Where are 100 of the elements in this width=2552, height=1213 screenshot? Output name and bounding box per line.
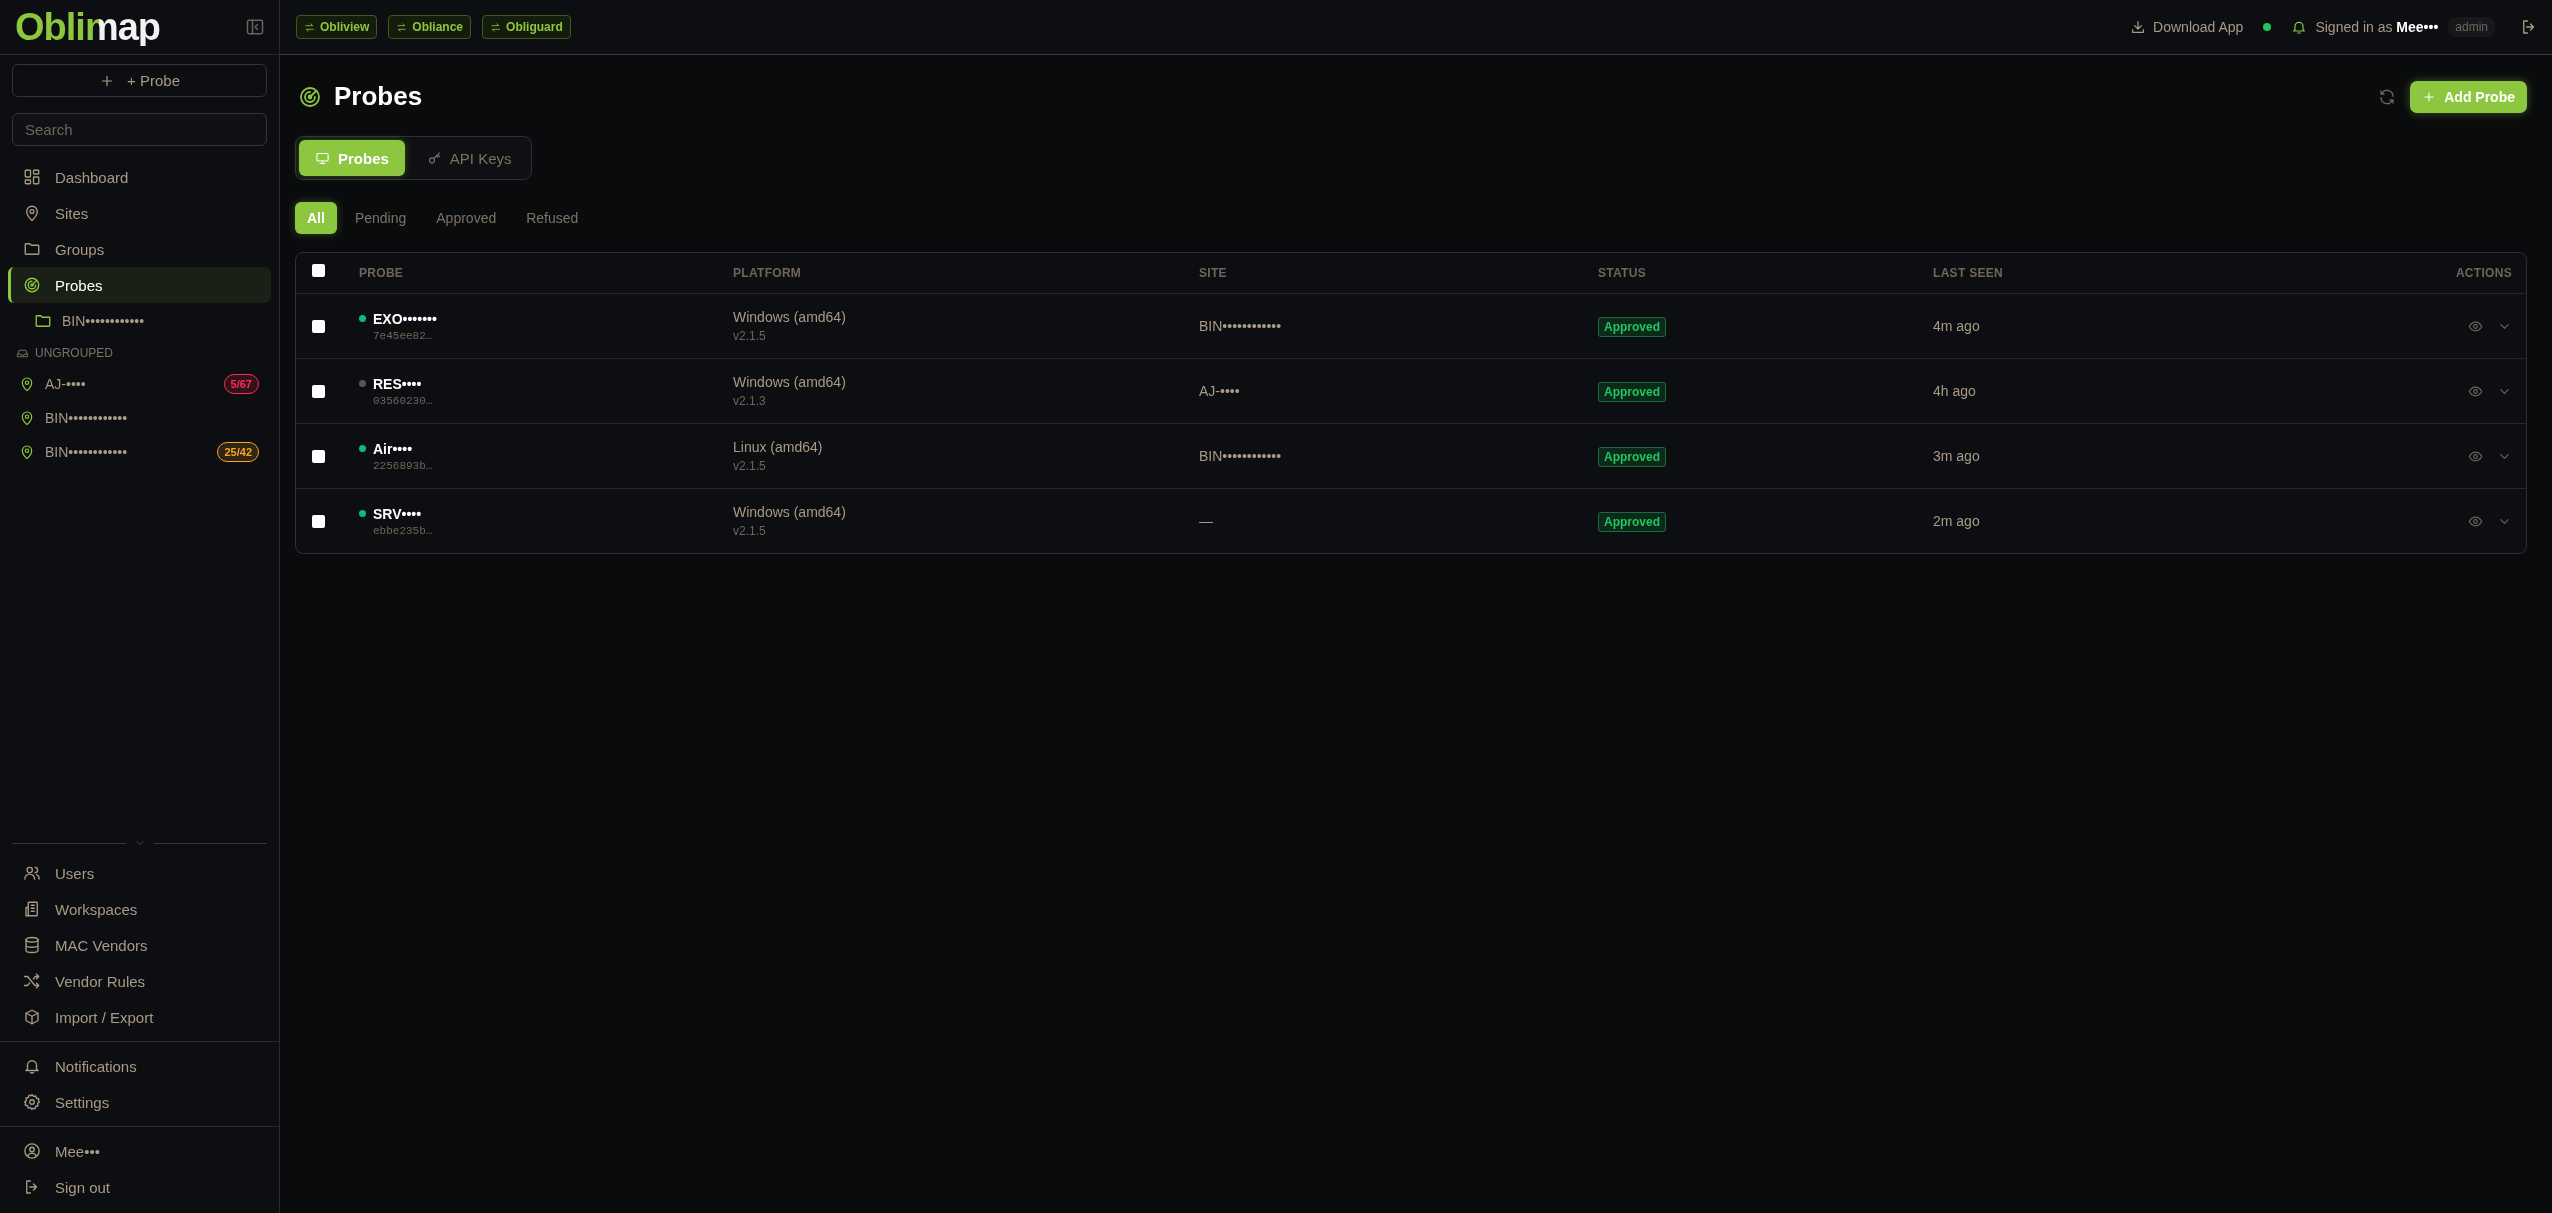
site-text: BIN••••••••••••: [1199, 448, 1282, 464]
column-header: LAST SEEN: [1933, 266, 2004, 280]
nav-item[interactable]: Dashboard: [8, 159, 271, 195]
database-icon: [23, 936, 41, 954]
probe-name[interactable]: Air••••: [373, 440, 733, 457]
plus-icon: [2422, 89, 2437, 104]
map-pin-icon: [23, 204, 41, 222]
key-icon: [426, 150, 442, 166]
probe-name[interactable]: EXO•••••••: [373, 310, 733, 327]
refresh-icon[interactable]: [2378, 87, 2397, 106]
folder-icon: [34, 312, 52, 330]
site-text: —: [1199, 513, 1213, 529]
section-label: UNGROUPED: [35, 346, 113, 360]
probe-id: 7e45ee82…: [373, 329, 434, 342]
download-icon: [2130, 19, 2147, 35]
signed-in-text: Signed in as Mee•••: [2315, 19, 2439, 35]
status-label: Approved: [1598, 512, 1666, 532]
column-header: STATUS: [1598, 266, 1647, 280]
collapse-sidebar-icon[interactable]: [245, 17, 265, 37]
site-text: BIN••••••••••••: [1199, 318, 1282, 334]
nav-item[interactable]: Notifications: [8, 1048, 271, 1084]
page-title: Probes: [334, 81, 424, 112]
view-icon[interactable]: [2468, 383, 2483, 399]
bell-icon[interactable]: [2291, 19, 2308, 35]
nav-item[interactable]: Import / Export: [8, 999, 271, 1035]
site-item[interactable]: BIN•••••••••••• 25/42: [0, 435, 279, 469]
nav-item[interactable]: MAC Vendors: [8, 927, 271, 963]
checkbox[interactable]: [312, 449, 325, 463]
checkbox[interactable]: [312, 514, 325, 528]
site-text: AJ-••••: [1199, 383, 1240, 399]
user-circle-icon: [23, 1142, 41, 1160]
bell-icon: [23, 1057, 41, 1075]
monitor-icon: [315, 150, 330, 166]
nav-item[interactable]: Users: [8, 855, 271, 891]
site-item[interactable]: BIN••••••••••••: [0, 401, 279, 435]
version-text: v2.1.5: [733, 524, 766, 538]
nav-item[interactable]: Probes: [8, 267, 271, 303]
platform-text: Windows (amd64): [733, 374, 846, 390]
count-badge: 25/42: [217, 442, 259, 462]
app-switch-button[interactable]: Obliance: [388, 15, 472, 39]
column-header: ACTIONS: [2455, 266, 2512, 280]
group-item[interactable]: BIN••••••••••••: [0, 303, 279, 339]
role-label: admin: [2448, 17, 2495, 37]
map-pin-icon: [19, 410, 35, 426]
status-label: Approved: [1598, 447, 1666, 467]
probe-name[interactable]: SRV••••: [373, 505, 733, 522]
nav-item[interactable]: Groups: [8, 231, 271, 267]
filter-tab[interactable]: Pending: [342, 202, 419, 234]
app-switch-button[interactable]: Obliview: [296, 15, 378, 39]
checkbox[interactable]: [312, 319, 325, 333]
dashboard-icon: [23, 168, 41, 186]
nav-item[interactable]: Workspaces: [8, 891, 271, 927]
count-badge: 5/67: [223, 374, 259, 394]
checkbox[interactable]: [312, 384, 325, 398]
view-icon[interactable]: [2468, 318, 2483, 334]
probe-name[interactable]: RES••••: [373, 375, 733, 392]
filter-tab[interactable]: Refused: [514, 202, 591, 234]
probe-id: 03560230…: [373, 394, 434, 407]
map-pin-icon: [19, 376, 35, 392]
view-icon[interactable]: [2468, 448, 2483, 464]
swap-icon: [490, 21, 502, 33]
site-item[interactable]: AJ-•••• 5/67: [0, 367, 279, 401]
platform-text: Windows (amd64): [733, 309, 846, 325]
users-icon: [23, 864, 41, 882]
app-switch-button[interactable]: Obliguard: [482, 15, 571, 39]
box-icon: [23, 1008, 41, 1026]
last-seen-text: 3m ago: [1933, 448, 1980, 464]
view-icon[interactable]: [2468, 513, 2483, 529]
add-probe-button[interactable]: + Probe: [12, 64, 267, 97]
version-text: v2.1.5: [733, 329, 766, 343]
version-text: v2.1.3: [733, 394, 766, 408]
last-seen-text: 4m ago: [1933, 318, 1980, 334]
status-label: Approved: [1598, 317, 1666, 337]
last-seen-text: 2m ago: [1933, 513, 1980, 529]
nav-item[interactable]: Vendor Rules: [8, 963, 271, 999]
nav-item[interactable]: Mee•••: [8, 1133, 271, 1169]
platform-text: Windows (amd64): [733, 504, 846, 520]
building-icon: [23, 900, 41, 918]
column-header: PLATFORM: [733, 266, 802, 280]
swap-icon: [304, 21, 315, 33]
radar-icon: [23, 276, 41, 294]
map-pin-icon: [19, 444, 35, 460]
nav-item[interactable]: Sites: [8, 195, 271, 231]
status-label: Approved: [1598, 382, 1666, 402]
tab[interactable]: API Keys: [410, 140, 528, 176]
checkbox[interactable]: [312, 263, 325, 277]
platform-text: Linux (amd64): [733, 439, 823, 455]
radar-icon: [298, 84, 322, 109]
search-field[interactable]: Search: [12, 113, 267, 146]
nav-item[interactable]: Sign out: [8, 1169, 271, 1205]
last-seen-text: 4h ago: [1933, 383, 1976, 399]
download-app-link[interactable]: Download App: [2130, 19, 2244, 35]
column-header: SITE: [1199, 266, 1227, 280]
probe-id: ebbe235b…: [373, 524, 434, 537]
probe-id: 2256893b…: [373, 459, 434, 472]
swap-icon: [396, 21, 408, 33]
filter-tab[interactable]: Approved: [424, 202, 509, 234]
version-text: v2.1.5: [733, 459, 766, 473]
nav-item[interactable]: Settings: [8, 1084, 271, 1120]
folder-icon: [23, 240, 41, 258]
